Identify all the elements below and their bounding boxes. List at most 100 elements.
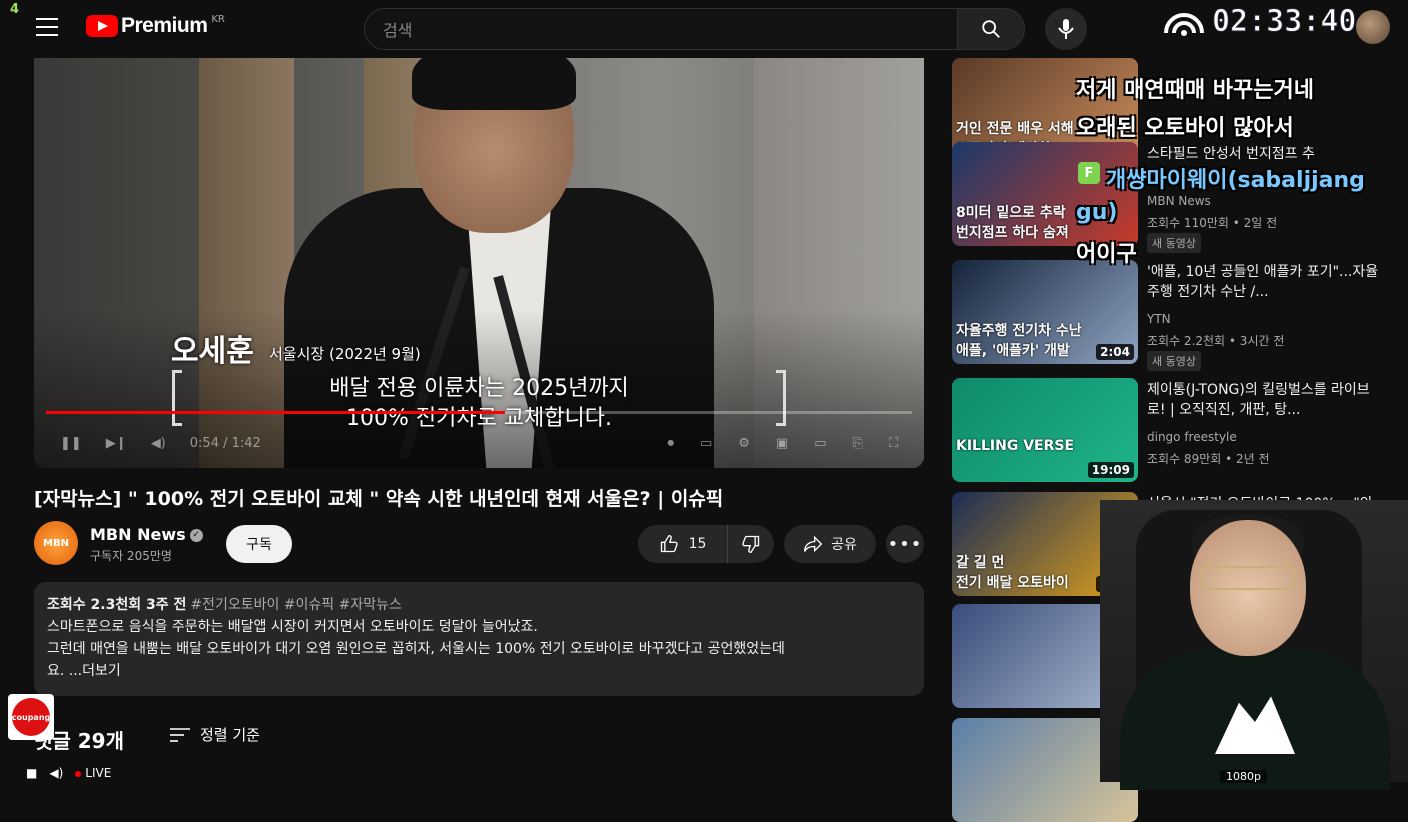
signal-icon xyxy=(1164,12,1204,36)
stop-icon[interactable]: ■ xyxy=(26,766,37,780)
thumbs-up-icon xyxy=(660,534,678,553)
more-icon: ••• xyxy=(887,533,923,555)
live-indicator: LIVE xyxy=(75,766,111,780)
pause-icon[interactable]: ❚❚ xyxy=(60,436,82,451)
cast-icon[interactable]: ⎘ xyxy=(852,436,862,451)
sidebar-video-title[interactable]: 제이통(J-TONG)의 킬링벌스를 라이브로! | 오직직진, 개판, 탕..… xyxy=(1147,380,1387,420)
menu-icon[interactable] xyxy=(36,18,58,36)
thumbs-down-icon xyxy=(742,535,760,554)
duration-badge: 2:04 xyxy=(1096,344,1134,360)
more-actions-button[interactable]: ••• xyxy=(886,525,924,563)
new-video-badge: 새 동영상 xyxy=(1147,233,1201,253)
sidebar-channel-name[interactable]: MBN News xyxy=(1147,194,1211,208)
share-button[interactable]: 공유 xyxy=(784,525,876,563)
chat-user-badge-icon: F xyxy=(1078,162,1100,184)
sidebar-thumbnail[interactable]: 8미터 밑으로 추락번지점프 하다 숨져 xyxy=(952,142,1138,246)
next-icon[interactable]: ▶❙ xyxy=(106,436,127,451)
sidebar-video-meta: 조회수 89만회 • 2년 전 xyxy=(1147,452,1270,466)
youtube-premium-logo[interactable]: Premium KR xyxy=(86,14,225,38)
live-label: LIVE xyxy=(85,766,112,780)
user-avatar[interactable] xyxy=(1356,10,1390,44)
video-title: [자막뉴스] " 100% 전기 오토바이 교체 " 약속 시한 내년인데 현재… xyxy=(34,488,724,510)
time-display: 0:54 / 1:42 xyxy=(189,435,261,451)
thumbnail-overlay-bottom: 애플, '애플카' 개발 xyxy=(956,343,1070,359)
description-tags[interactable]: #전기오토바이 #이슈픽 #자막뉴스 xyxy=(190,597,402,613)
video-progress-bar[interactable] xyxy=(46,411,912,414)
stream-status-bar: ■ ◀) LIVE xyxy=(26,766,111,780)
share-label: 공유 xyxy=(831,537,857,553)
glasses xyxy=(1200,566,1296,590)
youtube-play-icon xyxy=(86,15,118,37)
channel-name: MBN News xyxy=(90,525,186,544)
dislike-button[interactable] xyxy=(728,534,774,554)
chat-line-2: 오래된 오토바이 많아서 xyxy=(1076,116,1294,141)
sidebar-video-meta: 조회수 2.2천회 • 3시간 전 xyxy=(1147,334,1285,348)
corner-number: 4 xyxy=(10,2,20,17)
description-box[interactable]: 조회수 2.3천회 3주 전 #전기오토바이 #이슈픽 #자막뉴스 스마트폰으로 … xyxy=(34,582,924,696)
miniplayer-icon[interactable]: ▣ xyxy=(776,436,788,451)
new-video-badge: 새 동영상 xyxy=(1147,351,1201,371)
sidebar-video-title[interactable]: 스타필드 안성서 번지점프 추 xyxy=(1147,144,1387,164)
thumbnail-overlay-top: 갈 길 먼 xyxy=(956,555,1005,571)
sidebar-channel-name[interactable]: YTN xyxy=(1147,312,1171,326)
sidebar-video-title[interactable]: '애플, 10년 공들인 애플카 포기"...자율주행 전기차 수난 /... xyxy=(1147,262,1387,302)
like-dislike-group: 15 xyxy=(638,525,774,563)
settings-icon[interactable]: ⚙ xyxy=(738,436,750,451)
description-line-2: 그런데 매연을 내뿜는 배달 오토바이가 대기 오염 원인으로 꼽히자, 서울시… xyxy=(47,641,785,657)
subscriber-count: 구독자 205만명 xyxy=(90,549,172,563)
sidebar-video-meta: 조회수 110만회 • 2일 전 xyxy=(1147,216,1278,230)
sort-icon xyxy=(170,727,190,742)
resolution-badge[interactable]: 1080p xyxy=(1220,770,1267,783)
chat-username: 개썅마이웨이(sabaljjang xyxy=(1106,168,1365,193)
description-meta: 조회수 2.3천회 3주 전 xyxy=(47,597,187,613)
top-bar: 4 Premium KR 검색 02:33:40 xyxy=(0,0,1408,58)
player-controls: ❚❚ ▶❙ ◀) 0:54 / 1:42 ⏺ ▭ ⚙ ▣ ▭ ⎘ ⛶ xyxy=(34,423,924,463)
thumbnail-overlay-top: 자율주행 전기차 수난 xyxy=(956,323,1082,339)
stream-clock: 02:33:40 xyxy=(1162,4,1357,40)
channel-avatar[interactable]: MBN xyxy=(34,521,78,565)
search-placeholder: 검색 xyxy=(383,21,413,40)
subscribe-button[interactable]: 구독 xyxy=(226,525,292,563)
sidebar-thumbnail[interactable]: KILLING VERSE 19:09 xyxy=(952,378,1138,482)
sort-label: 정렬 기준 xyxy=(200,726,260,744)
voice-search-button[interactable] xyxy=(1045,8,1087,50)
thumbnail-overlay-bottom: 전기 배달 오토바이 xyxy=(956,575,1069,591)
subtitles-icon[interactable]: ▭ xyxy=(700,436,712,451)
search-input[interactable]: 검색 xyxy=(364,8,958,50)
autoplay-toggle-icon[interactable]: ⏺ xyxy=(667,436,674,451)
subtitle-line-1: 배달 전용 이륜차는 2025년까지 xyxy=(329,376,629,401)
sidebar-channel-name[interactable]: dingo freestyle xyxy=(1147,430,1237,444)
fullscreen-icon[interactable]: ⛶ xyxy=(889,436,898,451)
thumbnail-overlay-top: 8미터 밑으로 추락 xyxy=(956,205,1066,221)
verified-icon: ✓ xyxy=(189,529,203,542)
share-icon xyxy=(804,535,823,553)
volume-icon-small[interactable]: ◀) xyxy=(49,766,63,780)
streamer-webcam xyxy=(1100,500,1408,790)
country-code: KR xyxy=(211,13,225,25)
volume-icon[interactable]: ◀) xyxy=(151,436,166,451)
chat-username-cont: gu) xyxy=(1076,200,1118,225)
channel-name-row[interactable]: MBN News ✓ xyxy=(90,525,203,544)
chat-line-1: 저게 매연때매 바꾸는거네 xyxy=(1076,78,1314,103)
clock-time: 02:33:40 xyxy=(1212,4,1357,40)
chat-line-3: 어이구 xyxy=(1076,242,1137,267)
search-icon xyxy=(982,20,1000,38)
search-button[interactable] xyxy=(957,8,1025,50)
description-line-1: 스마트폰으로 음식을 주문하는 배달앱 시장이 커지면서 오토바이도 덩달아 늘… xyxy=(47,619,538,635)
channel-avatar-text: MBN xyxy=(43,537,69,549)
theater-icon[interactable]: ▭ xyxy=(814,436,826,451)
sidebar-thumbnail[interactable]: 자율주행 전기차 수난애플, '애플카' 개발 2:04 xyxy=(952,260,1138,364)
thumbnail-overlay-top: 거인 전문 배우 서해 xyxy=(956,121,1074,137)
sort-button[interactable]: 정렬 기준 xyxy=(170,724,260,745)
coupang-badge[interactable]: coupang xyxy=(8,694,54,740)
video-player[interactable]: 오세훈 서울시장 (2022년 9월) 배달 전용 이륜차는 2025년까지 1… xyxy=(34,58,924,468)
coupang-label: coupang xyxy=(12,698,50,736)
thumbnail-overlay-top: KILLING VERSE xyxy=(956,438,1075,454)
like-count: 15 xyxy=(688,536,707,552)
brand-label: Premium xyxy=(121,14,208,37)
thumbnail-overlay-bottom: 번지점프 하다 숨져 xyxy=(956,225,1069,241)
duration-badge: 19:09 xyxy=(1087,462,1134,478)
like-button[interactable]: 15 xyxy=(638,525,728,563)
description-line-3[interactable]: 요. ...더보기 xyxy=(47,660,911,682)
caption-name: 오세훈 xyxy=(171,334,254,369)
